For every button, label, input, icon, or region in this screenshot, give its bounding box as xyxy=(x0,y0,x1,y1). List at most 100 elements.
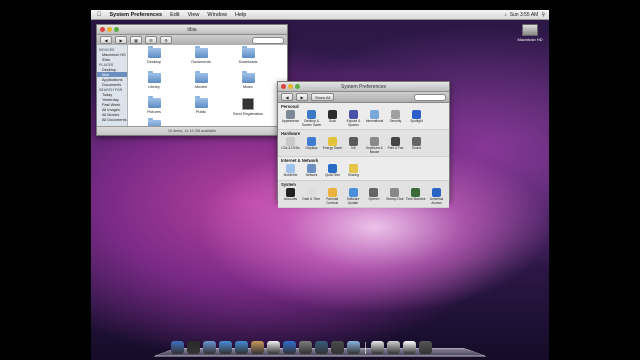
pref-pane[interactable]: Time Machine xyxy=(405,187,426,205)
pref-pane-icon xyxy=(328,164,337,174)
pref-pane-icon xyxy=(286,110,295,119)
file-send-registration[interactable]: Send Registration xyxy=(232,98,264,116)
pref-pane[interactable]: Desktop & Screen Saver xyxy=(301,110,322,127)
dock-app-icon[interactable] xyxy=(171,341,184,354)
pref-pane-label: Date & Time xyxy=(302,196,321,201)
pref-pane-label: Universal Access xyxy=(429,196,444,205)
prefs-title: System Preferences xyxy=(340,84,387,90)
dock-app-icon[interactable] xyxy=(315,341,328,354)
pref-pane[interactable]: Sound xyxy=(406,137,427,154)
folder-label: Movies xyxy=(194,85,208,89)
back-button[interactable]: ◀ xyxy=(281,93,293,101)
pref-pane[interactable]: Universal Access xyxy=(426,187,447,205)
pref-pane-icon xyxy=(327,187,337,197)
dock-app-icon[interactable] xyxy=(219,341,232,354)
dock-app-icon[interactable] xyxy=(403,341,416,354)
pref-pane[interactable]: MobileMe xyxy=(280,164,301,178)
dock-app-icon[interactable] xyxy=(387,341,400,354)
pref-pane[interactable]: Security xyxy=(385,110,406,127)
pref-pane-label: Energy Saver xyxy=(322,146,343,151)
pref-pane[interactable]: Startup Disk xyxy=(384,187,405,205)
finder-titlebar[interactable]: tibia xyxy=(97,25,287,35)
folder-library[interactable]: Library xyxy=(138,71,170,89)
dock-app-icon[interactable] xyxy=(203,341,216,354)
pref-pane-icon xyxy=(307,137,316,147)
spotlight-icon[interactable]: ⚲ xyxy=(541,12,545,18)
pref-pane-label: Desktop & Screen Saver xyxy=(301,119,322,127)
menu-window[interactable]: Window xyxy=(203,12,231,18)
pref-pane[interactable]: Network xyxy=(301,164,322,178)
dock-app-icon[interactable] xyxy=(419,341,432,354)
pref-pane-label: Displays xyxy=(305,146,318,151)
hard-disk-icon xyxy=(522,24,538,36)
pref-pane[interactable]: QuickTime xyxy=(322,164,343,178)
folder-desktop[interactable]: Desktop xyxy=(138,46,170,64)
pref-pane[interactable]: Speech xyxy=(364,187,385,205)
menu-bar:  System Preferences Edit View Window He… xyxy=(91,10,549,20)
forward-button[interactable]: ▶ xyxy=(296,93,308,101)
pref-pane-label: Security xyxy=(389,119,402,123)
list-view-button[interactable]: ☰ xyxy=(145,36,157,44)
pref-pane-label: Accounts xyxy=(283,196,297,201)
menu-view[interactable]: View xyxy=(184,12,204,18)
pref-pane-label: Speech xyxy=(368,196,380,201)
menu-app-name[interactable]: System Preferences xyxy=(106,12,167,18)
folder-pictures[interactable]: Pictures xyxy=(138,96,170,114)
prefs-section: Hardware CDs & DVDs Displays Energy Saver In… xyxy=(278,130,449,158)
folder-icon xyxy=(194,46,208,58)
clock[interactable]: Sun 3:55 AM xyxy=(510,12,539,18)
icon-view-button[interactable]: ▦ xyxy=(130,36,142,44)
finder-search-input[interactable] xyxy=(252,36,284,44)
back-button[interactable]: ◀ xyxy=(100,36,112,44)
sidebar-item-macintosh-hd[interactable]: Macintosh HD xyxy=(97,52,127,57)
folder-documents[interactable]: Documents xyxy=(185,46,217,64)
sidebar-item-all-documents[interactable]: All Documents xyxy=(97,117,127,122)
finder-content: Desktop Documents Downloads Library Movi… xyxy=(128,45,287,136)
folder-music[interactable]: Music xyxy=(232,71,264,89)
prefs-titlebar[interactable]: System Preferences xyxy=(278,82,449,92)
dock-app-icon[interactable] xyxy=(331,341,344,354)
pref-pane[interactable]: Energy Saver xyxy=(322,137,343,154)
folder-label: Public xyxy=(195,110,207,114)
menu-help[interactable]: Help xyxy=(231,12,250,18)
pref-pane-label: Software Update xyxy=(346,196,360,205)
dock-app-icon[interactable] xyxy=(187,341,200,354)
pref-pane[interactable]: Print & Fax xyxy=(385,137,406,154)
pref-pane[interactable]: CDs & DVDs xyxy=(280,137,301,154)
show-all-button[interactable]: Show All xyxy=(311,93,335,101)
volume-icon[interactable]: ♪ xyxy=(504,12,507,18)
menu-edit[interactable]: Edit xyxy=(166,12,183,18)
dock-app-icon[interactable] xyxy=(235,341,248,354)
dock-app-icon[interactable] xyxy=(267,341,280,354)
pref-pane[interactable]: Software Update xyxy=(343,187,364,205)
pref-pane-icon xyxy=(390,187,400,197)
pref-pane[interactable]: Exposé & Spaces xyxy=(343,110,364,127)
folder-label: Downloads xyxy=(238,60,258,64)
pref-pane[interactable]: Appearance xyxy=(280,110,301,127)
folder-downloads[interactable]: Downloads xyxy=(232,46,264,64)
pref-pane[interactable]: Sharing xyxy=(343,164,364,178)
pref-pane[interactable]: Spotlight xyxy=(406,110,427,127)
pref-pane[interactable]: Dock xyxy=(322,110,343,127)
dock-app-icon[interactable] xyxy=(347,341,360,354)
pref-pane[interactable]: Parental Controls xyxy=(322,187,343,205)
prefs-search-input[interactable] xyxy=(414,93,446,101)
dock-app-icon[interactable] xyxy=(371,341,384,354)
folder-movies[interactable]: Movies xyxy=(185,71,217,89)
dock-app-icon[interactable] xyxy=(299,341,312,354)
pref-pane-label: Keyboard & Mouse xyxy=(366,146,383,154)
pref-pane[interactable]: International xyxy=(364,110,385,127)
folder-public[interactable]: Public xyxy=(185,96,217,114)
pref-pane[interactable]: Displays xyxy=(301,137,322,154)
pref-pane[interactable]: Ink xyxy=(343,137,364,154)
pref-pane[interactable]: Keyboard & Mouse xyxy=(364,137,385,154)
dock-app-icon[interactable] xyxy=(251,341,264,354)
pref-pane[interactable]: Date & Time xyxy=(301,187,322,205)
desktop-hd-icon[interactable]: Macintosh HD xyxy=(517,24,543,42)
forward-button[interactable]: ▶ xyxy=(115,36,127,44)
pref-pane[interactable]: Accounts xyxy=(280,187,301,205)
prefs-toolbar: ◀ ▶ Show All xyxy=(278,92,449,103)
dock-app-icon[interactable] xyxy=(283,341,296,354)
action-button[interactable]: ⚙ xyxy=(160,36,172,44)
apple-menu-icon[interactable]:  xyxy=(91,12,106,18)
